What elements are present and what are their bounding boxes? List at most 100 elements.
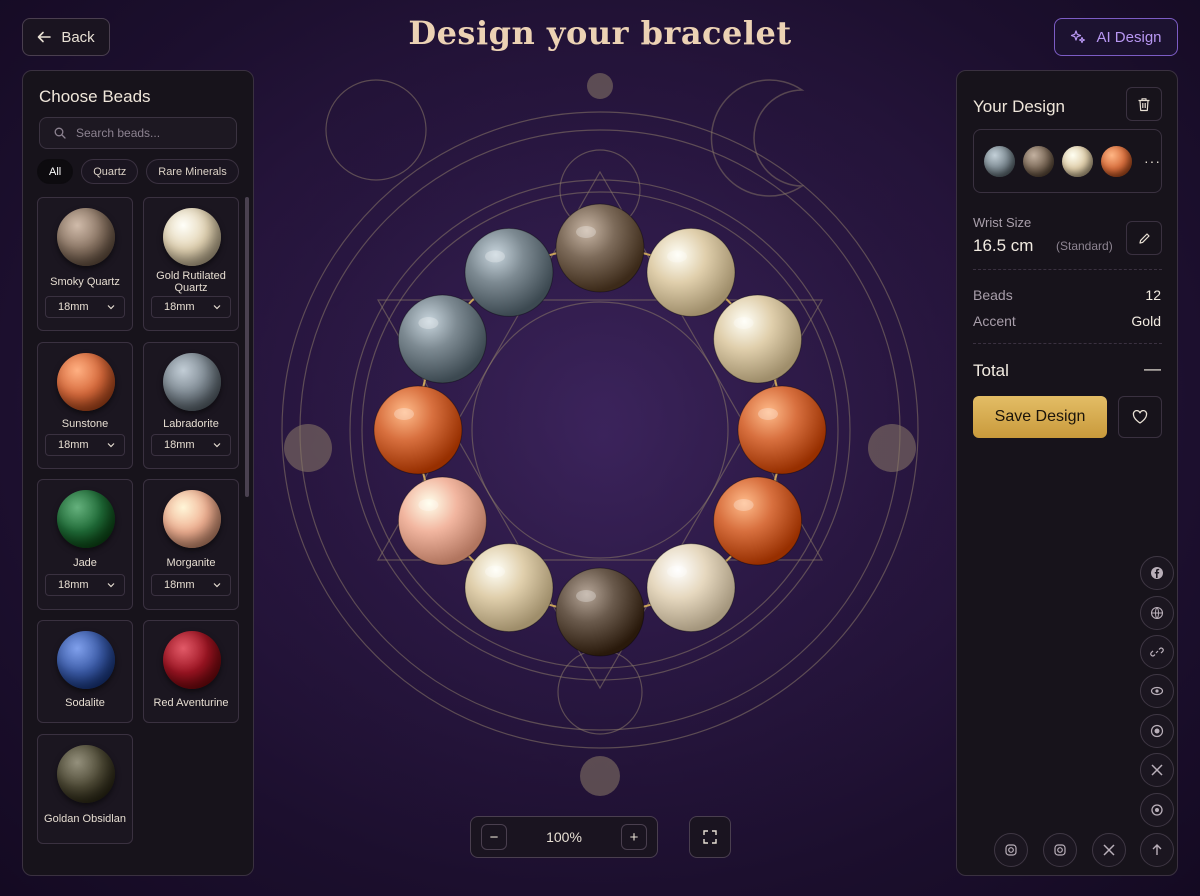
bead-highlight [418,317,439,329]
bead-swatch [163,490,221,548]
bead-card-goldan-obsidlan[interactable]: Goldan Obsidlan [37,734,133,844]
beads-count-label: Beads [973,287,1013,303]
panel-title: Your Design [973,97,1065,116]
bead-highlight [667,250,687,263]
bead-card-gold-rutilated-quartz[interactable]: Gold Rutilated Quartz 18mm [143,197,239,331]
pencil-icon [1138,232,1150,244]
size-select[interactable]: 18mm [151,574,231,596]
bracelet-bead[interactable] [737,385,827,475]
zoom-in-button[interactable]: + [621,824,647,850]
bead-card-sodalite[interactable]: Sodalite [37,620,133,723]
bead-name: Smoky Quartz [50,276,120,288]
bead-highlight [576,226,596,238]
x-icon[interactable] [1140,753,1174,787]
size-value: 18mm [58,439,89,451]
chevron-down-icon [107,583,115,588]
bead-swatch [57,353,115,411]
search-input[interactable]: Search beads... [39,117,237,149]
bead-highlight [667,565,687,578]
zoom-controls: − 100% + [470,816,658,858]
bracelet-bead[interactable] [555,567,645,657]
preview-bead [984,145,1015,177]
preview-bead [1062,145,1093,177]
instagram-icon[interactable] [994,833,1028,867]
wrist-size-note: (Standard) [1056,239,1113,253]
filter-chip-rare-minerals[interactable]: Rare Minerals [146,159,239,184]
bead-card-smoky-quartz[interactable]: Smoky Quartz 18mm [37,197,133,331]
search-icon [54,127,66,139]
design-preview: ··· [973,129,1162,193]
facebook-icon[interactable] [1140,556,1174,590]
bead-highlight [418,499,439,511]
globe-icon[interactable] [1140,596,1174,630]
sparkles-icon [1071,30,1086,44]
link-icon[interactable] [1140,635,1174,669]
wrist-size-value: 16.5 cm [973,236,1034,255]
search-placeholder: Search beads... [76,126,161,140]
scrollbar[interactable] [245,197,249,497]
circle-icon[interactable] [1140,793,1174,827]
bead-swatch [57,745,115,803]
bead-highlight [394,408,414,420]
fullscreen-button[interactable] [689,816,731,858]
bead-highlight [733,317,754,329]
clear-design-button[interactable] [1126,87,1162,121]
bracelet-bead[interactable] [555,203,645,293]
size-value: 18mm [58,301,89,313]
eye-icon[interactable] [1140,674,1174,708]
total-value: — [1144,359,1161,378]
chevron-down-icon [213,443,221,448]
target-icon[interactable] [1140,714,1174,748]
favorite-button[interactable] [1118,396,1162,438]
x-icon[interactable] [1092,833,1126,867]
filter-chip-all[interactable]: All [37,159,74,184]
size-value: 18mm [164,579,195,591]
bead-card-morganite[interactable]: Morganite 18mm [143,479,239,610]
bead-name: Goldan Obsidlan [44,813,126,825]
bead-swatch [57,631,115,689]
zoom-level: 100% [546,829,582,845]
save-design-button[interactable]: Save Design [973,396,1107,438]
fullscreen-icon [703,830,717,844]
arrow-up-icon[interactable] [1140,833,1174,867]
bead-swatch [57,208,115,266]
size-select[interactable]: 18mm [45,574,125,596]
bracelet-bead[interactable] [397,294,487,384]
divider [973,343,1162,344]
bead-card-sunstone[interactable]: Sunstone 18mm [37,342,133,469]
bracelet-bead[interactable] [397,476,487,566]
beads-count-value: 12 [1145,287,1161,303]
size-select[interactable]: 18mm [151,296,231,318]
bracelet-bead[interactable] [373,385,463,475]
bead-name: Sodalite [65,697,105,709]
bead-card-labradorite[interactable]: Labradorite 18mm [143,342,239,469]
bead-highlight [576,590,596,602]
size-value: 18mm [164,439,195,451]
edit-wrist-size-button[interactable] [1126,221,1162,255]
bracelet-canvas[interactable] [254,60,954,896]
size-select[interactable]: 18mm [45,434,125,456]
bead-highlight [485,250,505,263]
filter-chip-quartz[interactable]: Quartz [81,159,139,184]
instagram-icon[interactable] [1043,833,1077,867]
bracelet-bead[interactable] [713,294,803,384]
bracelet-bead[interactable] [646,543,736,633]
bead-card-jade[interactable]: Jade 18mm [37,479,133,610]
bracelet-bead[interactable] [464,543,554,633]
bead-name: Sunstone [61,418,109,430]
bead-swatch [57,490,115,548]
bracelet-bead[interactable] [646,227,736,317]
chevron-down-icon [213,583,221,588]
bead-highlight [485,565,505,578]
size-select[interactable]: 18mm [151,434,231,456]
wrist-size-label: Wrist Size [973,215,1032,230]
accent-value: Gold [1131,313,1161,329]
bracelet-bead[interactable] [464,227,554,317]
more-beads-indicator[interactable]: ··· [1144,153,1161,169]
bracelet-bead[interactable] [713,476,803,566]
size-select[interactable]: 18mm [45,296,125,318]
ai-design-button[interactable]: AI Design [1054,18,1178,56]
bead-swatch [163,631,221,689]
bead-card-red-aventurine[interactable]: Red Aventurine [143,620,239,723]
zoom-out-button[interactable]: − [481,824,507,850]
